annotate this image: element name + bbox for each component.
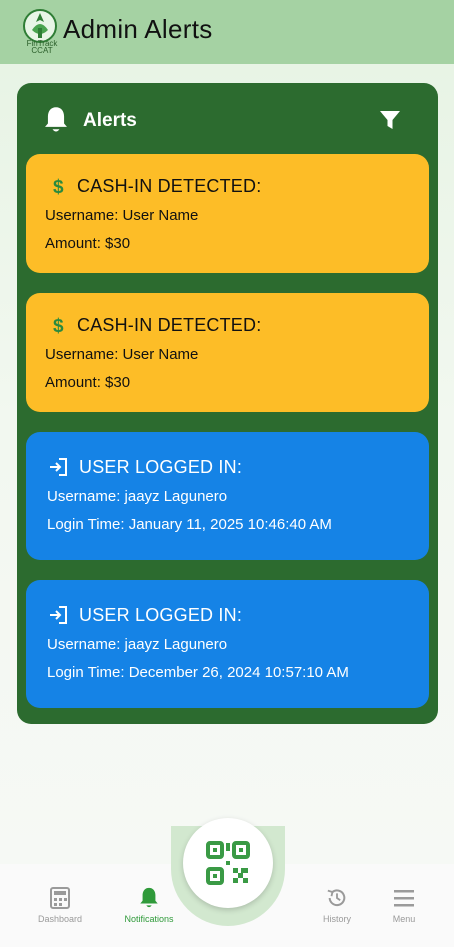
alerts-panel: Alerts $ CASH-IN DETECTED: Username: Use… <box>17 83 438 724</box>
nav-label: Notifications <box>124 914 174 924</box>
alert-amount: Amount: $30 <box>45 374 131 391</box>
alert-card-cash-in[interactable]: $ CASH-IN DETECTED: Username: User Name … <box>26 293 429 412</box>
filter-icon[interactable] <box>379 109 401 131</box>
alert-username: Username: User Name <box>45 207 199 224</box>
alert-username: Username: jaayz Lagunero <box>47 636 228 653</box>
login-icon <box>50 458 67 476</box>
alert-card-login[interactable]: USER LOGGED IN: Username: jaayz Lagunero… <box>26 432 429 560</box>
nav-label: History <box>322 914 351 924</box>
alert-title: CASH-IN DETECTED: <box>77 315 262 335</box>
alert-login-time: Login Time: January 11, 2025 10:46:40 AM <box>47 516 332 533</box>
nav-menu[interactable]: Menu <box>364 886 444 924</box>
svg-text:$: $ <box>53 316 64 335</box>
alert-username: Username: jaayz Lagunero <box>47 488 228 505</box>
dollar-icon: $ <box>53 316 64 335</box>
alert-amount: Amount: $30 <box>45 235 131 252</box>
alert-title: USER LOGGED IN: <box>79 605 243 625</box>
qr-code-icon <box>206 841 250 885</box>
alert-title: USER LOGGED IN: <box>79 457 243 477</box>
alert-username: Username: User Name <box>45 346 199 363</box>
nav-dashboard[interactable]: Dashboard <box>20 886 100 924</box>
login-icon <box>50 606 67 624</box>
alert-card-login[interactable]: USER LOGGED IN: Username: jaayz Lagunero… <box>26 580 429 708</box>
nav-label: Menu <box>392 914 416 924</box>
page-title: Admin Alerts <box>63 14 213 44</box>
qr-scan-button[interactable] <box>183 818 273 908</box>
alerts-panel-header: Alerts <box>17 83 438 153</box>
calculator-icon <box>50 887 70 909</box>
menu-icon <box>394 890 414 907</box>
bell-icon <box>45 107 67 132</box>
alert-login-time: Login Time: December 26, 2024 10:57:10 A… <box>47 664 349 681</box>
history-icon <box>327 889 346 907</box>
bell-icon <box>140 887 158 908</box>
dollar-icon: $ <box>53 177 64 196</box>
alert-title: CASH-IN DETECTED: <box>77 176 262 196</box>
alerts-title: Alerts <box>83 110 137 131</box>
svg-text:$: $ <box>53 177 64 196</box>
alert-card-cash-in[interactable]: $ CASH-IN DETECTED: Username: User Name … <box>26 154 429 273</box>
nav-label: Dashboard <box>37 914 83 924</box>
app-header: FinTrack CCAT Admin Alerts <box>0 0 454 64</box>
logo-text: FinTrack CCAT <box>22 40 62 55</box>
logo-text-line2: CCAT <box>31 46 53 55</box>
